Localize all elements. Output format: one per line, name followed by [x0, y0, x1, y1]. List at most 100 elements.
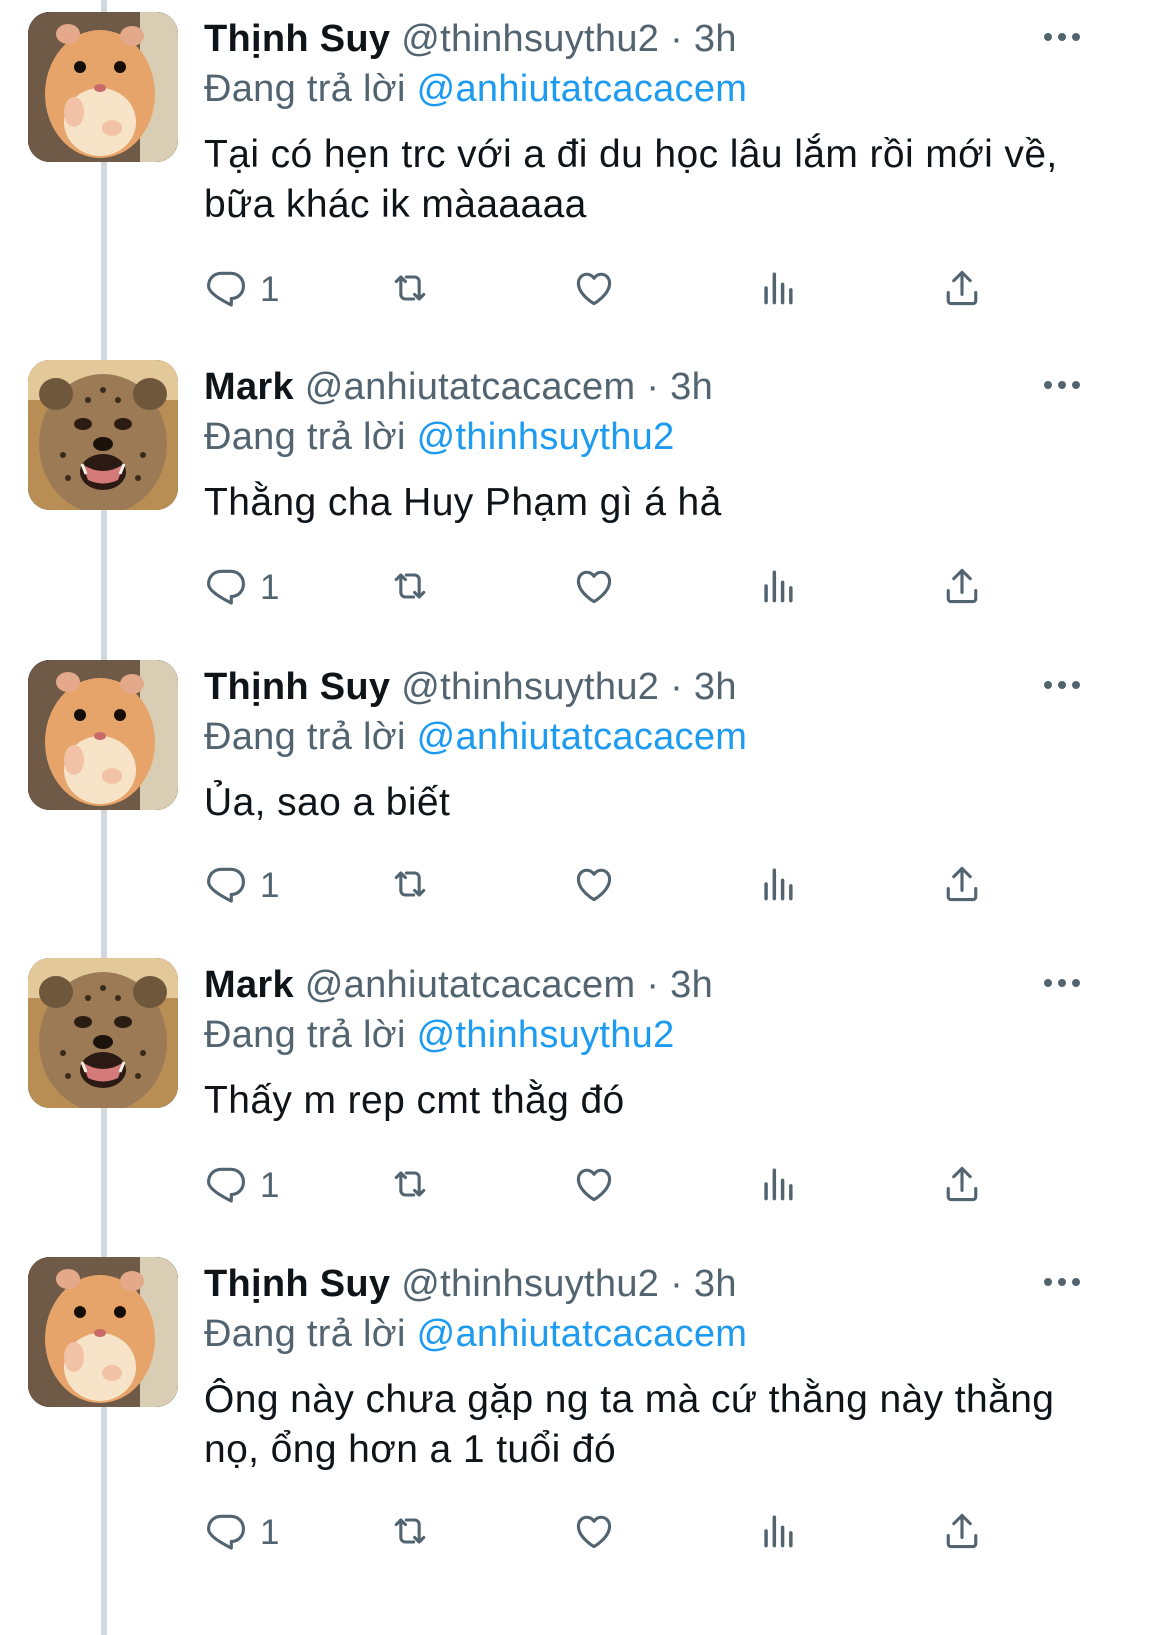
share-icon — [940, 1162, 984, 1211]
tweet[interactable]: Mark @anhiutatcacacem · 3h Đang trả lời … — [0, 348, 1169, 648]
reply-button[interactable]: 1 — [204, 560, 279, 616]
like-button[interactable] — [572, 858, 616, 914]
reply-count: 1 — [260, 568, 280, 607]
more-options-icon[interactable] — [1040, 1269, 1084, 1295]
tweet[interactable]: Thịnh Suy @thinhsuythu2 · 3h Đang trả lờ… — [0, 0, 1169, 340]
reply-count: 1 — [260, 1513, 280, 1552]
display-name[interactable]: Thịnh Suy — [204, 666, 390, 708]
retweet-icon — [388, 1162, 432, 1211]
views-button[interactable] — [756, 560, 800, 616]
share-button[interactable] — [940, 262, 984, 318]
more-options-icon[interactable] — [1040, 372, 1084, 398]
retweet-button[interactable] — [388, 262, 432, 318]
tweet-text: Ông này chưa gặp ng ta mà cứ thằng này t… — [204, 1378, 1055, 1471]
share-icon — [940, 862, 984, 911]
bar-chart-icon — [756, 564, 800, 613]
reply-icon — [204, 862, 248, 911]
timestamp[interactable]: 3h — [670, 964, 713, 1006]
tweet[interactable]: Thịnh Suy @thinhsuythu2 · 3h Đang trả lờ… — [0, 648, 1169, 948]
timestamp[interactable]: 3h — [694, 18, 737, 60]
retweet-button[interactable] — [388, 1505, 432, 1561]
reply-count: 1 — [260, 866, 280, 905]
tweet-header: Mark @anhiutatcacacem · 3h — [204, 364, 713, 410]
tweet-header: Thịnh Suy @thinhsuythu2 · 3h — [204, 1261, 737, 1307]
tweet-text: Thấy m rep cmt thằg đó — [204, 1079, 625, 1122]
retweet-button[interactable] — [388, 1158, 432, 1214]
replying-to: Đang trả lời @anhiutatcacacem — [204, 714, 747, 760]
display-name[interactable]: Thịnh Suy — [204, 1263, 390, 1305]
mention-link[interactable]: @thinhsuythu2 — [417, 1014, 675, 1056]
timestamp[interactable]: 3h — [670, 366, 713, 408]
user-handle[interactable]: @thinhsuythu2 — [401, 1263, 659, 1305]
action-bar: 1 — [204, 560, 1004, 616]
views-button[interactable] — [756, 262, 800, 318]
action-bar: 1 — [204, 1505, 1004, 1561]
retweet-icon — [388, 564, 432, 613]
retweet-icon — [388, 1509, 432, 1558]
reply-button[interactable]: 1 — [204, 1158, 279, 1214]
more-options-icon[interactable] — [1040, 970, 1084, 996]
like-button[interactable] — [572, 1505, 616, 1561]
views-button[interactable] — [756, 1158, 800, 1214]
tweet[interactable]: Thịnh Suy @thinhsuythu2 · 3h Đang trả lờ… — [0, 1245, 1169, 1635]
tweet-text: Thằng cha Huy Phạm gì á hả — [204, 481, 722, 524]
hamster-avatar[interactable] — [28, 1257, 178, 1407]
reply-button[interactable]: 1 — [204, 262, 279, 318]
retweet-button[interactable] — [388, 560, 432, 616]
tweet-text: Ủa, sao a biết — [204, 781, 451, 824]
views-button[interactable] — [756, 858, 800, 914]
display-name[interactable]: Mark — [204, 366, 294, 408]
heart-icon — [572, 862, 616, 911]
display-name[interactable]: Thịnh Suy — [204, 18, 390, 60]
share-button[interactable] — [940, 1505, 984, 1561]
like-button[interactable] — [572, 262, 616, 318]
reply-icon — [204, 1509, 248, 1558]
bar-chart-icon — [756, 266, 800, 315]
action-bar: 1 — [204, 1158, 1004, 1214]
replying-to: Đang trả lời @anhiutatcacacem — [204, 66, 747, 112]
separator: · — [670, 18, 684, 60]
views-button[interactable] — [756, 1505, 800, 1561]
share-icon — [940, 564, 984, 613]
bar-chart-icon — [756, 1162, 800, 1211]
mention-link[interactable]: @anhiutatcacacem — [417, 1313, 748, 1355]
reply-button[interactable]: 1 — [204, 1505, 279, 1561]
mention-link[interactable]: @anhiutatcacacem — [417, 68, 748, 110]
hamster-avatar[interactable] — [28, 12, 178, 162]
reply-icon — [204, 1162, 248, 1211]
user-handle[interactable]: @anhiutatcacacem — [305, 366, 636, 408]
heart-icon — [572, 564, 616, 613]
retweet-icon — [388, 266, 432, 315]
like-button[interactable] — [572, 560, 616, 616]
separator: · — [670, 1263, 684, 1305]
user-handle[interactable]: @thinhsuythu2 — [401, 18, 659, 60]
tweet[interactable]: Mark @anhiutatcacacem · 3h Đang trả lời … — [0, 946, 1169, 1246]
mention-link[interactable]: @anhiutatcacacem — [417, 716, 748, 758]
timestamp[interactable]: 3h — [694, 666, 737, 708]
tweet-header: Mark @anhiutatcacacem · 3h — [204, 962, 713, 1008]
share-button[interactable] — [940, 858, 984, 914]
cheetah-avatar[interactable] — [28, 958, 178, 1108]
tweet-text: Tại có hẹn trc với a đi du học lâu lắm r… — [204, 133, 1058, 226]
more-options-icon[interactable] — [1040, 672, 1084, 698]
like-button[interactable] — [572, 1158, 616, 1214]
reply-icon — [204, 564, 248, 613]
display-name[interactable]: Mark — [204, 964, 294, 1006]
bar-chart-icon — [756, 862, 800, 911]
replying-to: Đang trả lời @thinhsuythu2 — [204, 1012, 675, 1058]
more-options-icon[interactable] — [1040, 24, 1084, 50]
replying-to: Đang trả lời @anhiutatcacacem — [204, 1311, 747, 1357]
reply-button[interactable]: 1 — [204, 858, 279, 914]
mention-link[interactable]: @thinhsuythu2 — [417, 416, 675, 458]
replying-to-label: Đang trả lời — [204, 68, 406, 110]
share-button[interactable] — [940, 1158, 984, 1214]
cheetah-avatar[interactable] — [28, 360, 178, 510]
user-handle[interactable]: @anhiutatcacacem — [305, 964, 636, 1006]
share-icon — [940, 266, 984, 315]
share-button[interactable] — [940, 560, 984, 616]
reply-count: 1 — [260, 270, 280, 309]
retweet-button[interactable] — [388, 858, 432, 914]
user-handle[interactable]: @thinhsuythu2 — [401, 666, 659, 708]
hamster-avatar[interactable] — [28, 660, 178, 810]
timestamp[interactable]: 3h — [694, 1263, 737, 1305]
